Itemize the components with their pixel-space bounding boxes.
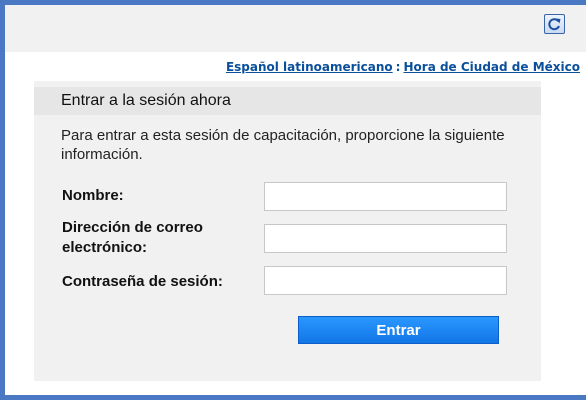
top-toolbar [5,5,586,52]
refresh-icon [548,18,561,31]
name-label: Nombre: [62,187,124,204]
email-input[interactable] [264,224,507,253]
locale-separator: : [395,60,401,74]
password-label: Contraseña de sesión: [62,273,223,290]
session-password-input[interactable] [264,266,507,295]
intro-text: Para entrar a esta sesión de capacitació… [61,127,505,163]
email-label: Dirección de correo electrónico: [62,219,203,256]
join-button[interactable]: Entrar [298,316,499,344]
panel-title: Entrar a la sesión ahora [61,92,231,109]
language-link[interactable]: Español latinoamericano [226,60,393,74]
refresh-button[interactable] [544,14,565,34]
name-input[interactable] [264,182,507,211]
locale-links: Español latinoamericano: Hora de Ciudad d… [226,60,580,74]
timezone-link[interactable]: Hora de Ciudad de México [403,60,580,74]
